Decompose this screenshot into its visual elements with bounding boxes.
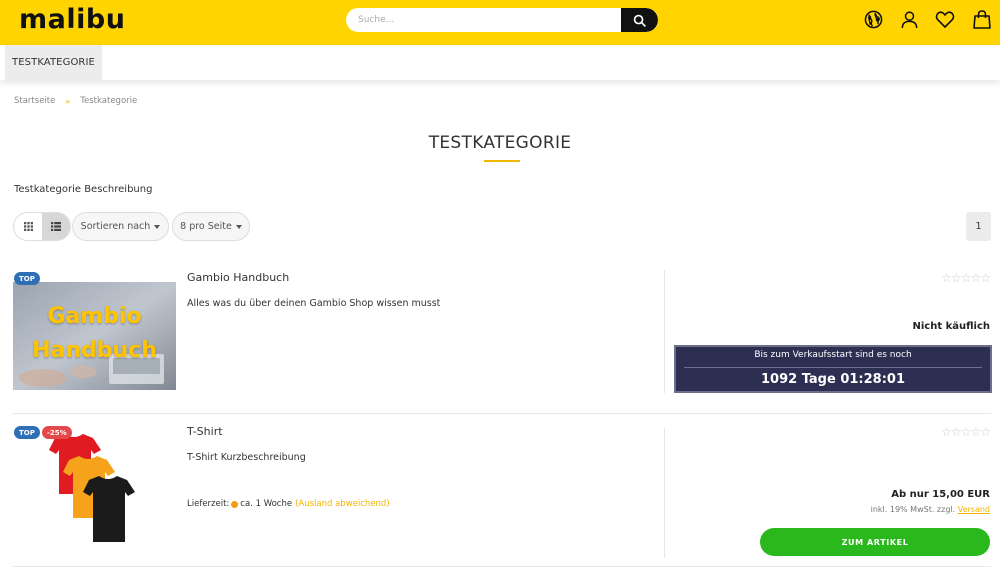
product-name[interactable]: Gambio Handbuch: [187, 271, 289, 284]
delivery-time: ca. 1 Woche: [240, 499, 293, 509]
list-icon: [51, 222, 61, 231]
nav-item-testkategorie[interactable]: TESTKATEGORIE: [5, 45, 102, 80]
product-image-t-shirt[interactable]: [13, 432, 176, 547]
product-image: [13, 432, 176, 547]
heart-icon: [935, 10, 955, 28]
breadcrumb-separator: »: [65, 96, 71, 106]
product-description: T-Shirt Kurzbeschreibung: [187, 452, 306, 463]
search-button[interactable]: [621, 8, 658, 32]
user-icon: [901, 10, 917, 28]
product-description: Alles was du über deinen Gambio Shop wis…: [187, 298, 441, 309]
page-title: TESTKATEGORIE: [428, 133, 572, 153]
cart-button[interactable]: [972, 9, 992, 29]
product-image-gambio-handbuch[interactable]: Gambio Handbuch: [13, 282, 176, 390]
search-icon: [633, 14, 646, 27]
per-page-dropdown[interactable]: 8 pro Seite: [172, 212, 250, 241]
sort-dropdown[interactable]: Sortieren nach: [72, 212, 169, 241]
row-separator: [13, 413, 991, 414]
rating-stars: ☆☆☆☆☆: [941, 271, 991, 285]
language-button[interactable]: [863, 9, 883, 29]
category-description: Testkategorie Beschreibung: [14, 184, 153, 195]
grid-icon: [23, 222, 33, 231]
chevron-down-icon: [235, 224, 242, 229]
top-badge: TOP: [14, 272, 40, 285]
breadcrumb-current: Testkategorie: [80, 96, 138, 106]
delivery-label: Lieferzeit:: [187, 499, 230, 509]
column-divider: [664, 428, 665, 558]
delivery-status-icon: [231, 500, 239, 508]
view-product-button[interactable]: ZUM ARTIKEL: [760, 528, 990, 556]
chevron-down-icon: [154, 224, 161, 229]
per-page-dropdown-label: 8 pro Seite: [180, 221, 232, 232]
view-toggle: [13, 212, 71, 241]
availability-status: Nicht käuflich: [912, 321, 990, 332]
globe-icon: [864, 10, 882, 28]
tax-note-text: inkl. 19% MwSt. zzgl.: [870, 505, 956, 514]
search-input[interactable]: [346, 8, 622, 32]
breadcrumb-home[interactable]: Startseite: [14, 96, 55, 106]
sort-dropdown-label: Sortieren nach: [80, 221, 151, 232]
row-separator: [13, 566, 991, 567]
header-bar: malibu: [0, 0, 1000, 45]
bag-icon: [973, 9, 991, 29]
product-price: Ab nur 15,00 EUR: [891, 489, 990, 500]
list-view-button[interactable]: [42, 213, 70, 240]
shipping-link[interactable]: Versand: [958, 505, 990, 514]
breadcrumb: Startseite » Testkategorie: [14, 96, 137, 106]
rating-stars: ☆☆☆☆☆: [941, 425, 991, 439]
countdown-value: 1092 Tage 01:28:01: [761, 372, 905, 387]
page-1-button[interactable]: 1: [966, 212, 991, 241]
column-divider: [664, 270, 665, 393]
sale-countdown: Bis zum Verkaufsstart sind es noch 1092 …: [674, 345, 992, 393]
delivery-info: Lieferzeit: ca. 1 Woche (Ausland abweich…: [187, 499, 390, 509]
countdown-divider: [684, 367, 982, 368]
grid-view-button[interactable]: [14, 213, 42, 240]
product-name[interactable]: T-Shirt: [187, 425, 223, 438]
countdown-label: Bis zum Verkaufsstart sind es noch: [754, 350, 912, 360]
delivery-abroad-link[interactable]: (Ausland abweichend): [295, 499, 390, 509]
title-underline: [484, 160, 520, 162]
category-nav: TESTKATEGORIE: [0, 45, 1000, 80]
account-button[interactable]: [899, 9, 919, 29]
discount-badge: -25%: [42, 426, 72, 439]
wishlist-button[interactable]: [935, 9, 955, 29]
product-image-caption: Gambio Handbuch: [32, 304, 157, 363]
logo[interactable]: malibu: [19, 4, 125, 35]
search-box: [346, 8, 658, 32]
tax-note: inkl. 19% MwSt. zzgl. Versand: [871, 505, 990, 514]
top-badge: TOP: [14, 426, 40, 439]
